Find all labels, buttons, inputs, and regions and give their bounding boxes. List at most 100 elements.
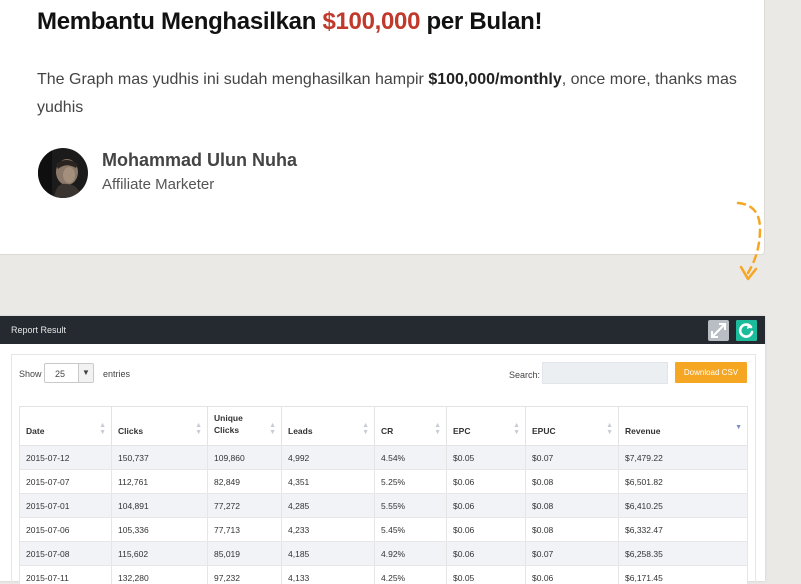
sort-icon: ▲▼	[269, 422, 276, 436]
testimonial-card: Membantu Menghasilkan $100,000 per Bulan…	[0, 0, 765, 255]
column-label: Leads	[288, 426, 313, 436]
chevron-down-icon: ▼	[78, 364, 93, 382]
cell-cr: 4.25%	[375, 566, 447, 584]
cell-leads: 4,133	[282, 566, 375, 584]
cell-revenue: $6,258.35	[619, 542, 748, 566]
download-csv-button[interactable]: Download CSV	[675, 362, 747, 383]
cell-revenue: $6,171.45	[619, 566, 748, 584]
refresh-button[interactable]	[736, 320, 757, 341]
dashed-arrow-icon	[730, 195, 770, 287]
column-header-leads[interactable]: Leads ▲▼	[282, 407, 375, 446]
search-label: Search:	[509, 370, 540, 380]
cell-date: 2015-07-01	[20, 494, 112, 518]
table-header-row: Date▲▼ Clicks▲▼ Unique Clicks▲▼ Leads▲▼ …	[20, 407, 748, 446]
cell-epuc: $0.06	[526, 566, 619, 584]
cell-unique-clicks: 82,849	[208, 470, 282, 494]
table-row: 2015-07-06 105,336 77,713 4,233 5.45% $0…	[20, 518, 748, 542]
cell-clicks: 104,891	[112, 494, 208, 518]
cell-leads: 4,285	[282, 494, 375, 518]
testimonial-headline: Membantu Menghasilkan $100,000 per Bulan…	[37, 8, 542, 36]
table-controls: Show 25 ▼ entries Search: Download CSV	[12, 355, 755, 401]
cell-epc: $0.05	[447, 566, 526, 584]
sort-desc-icon: ▼	[735, 424, 742, 431]
report-body: Show 25 ▼ entries Search: Download CSV D…	[11, 354, 756, 584]
cell-date: 2015-07-08	[20, 542, 112, 566]
cell-epc: $0.06	[447, 518, 526, 542]
sort-icon: ▲▼	[362, 422, 369, 436]
table-row: 2015-07-08 115,602 85,019 4,185 4.92% $0…	[20, 542, 748, 566]
cell-epuc: $0.08	[526, 470, 619, 494]
testimonial-quote: The Graph mas yudhis ini sudah menghasil…	[37, 66, 737, 122]
cell-unique-clicks: 77,713	[208, 518, 282, 542]
cell-clicks: 150,737	[112, 446, 208, 470]
entries-select[interactable]: 25 ▼	[44, 363, 94, 383]
cell-revenue: $6,332.47	[619, 518, 748, 542]
column-header-epc[interactable]: EPC ▲▼	[447, 407, 526, 446]
column-label: EPC	[453, 426, 470, 436]
cell-epc: $0.06	[447, 542, 526, 566]
cell-date: 2015-07-06	[20, 518, 112, 542]
column-header-revenue[interactable]: Revenue▼	[619, 407, 748, 446]
cell-revenue: $6,501.82	[619, 470, 748, 494]
column-header-clicks[interactable]: Clicks ▲▼	[112, 407, 208, 446]
report-title: Report Result	[11, 325, 66, 335]
entries-label: entries	[103, 369, 130, 379]
sort-icon: ▲▼	[195, 422, 202, 436]
sort-icon: ▲▼	[434, 422, 441, 436]
table-row: 2015-07-12 150,737 109,860 4,992 4.54% $…	[20, 446, 748, 470]
cell-unique-clicks: 109,860	[208, 446, 282, 470]
search-input[interactable]	[542, 362, 668, 384]
quote-text-start: The Graph mas yudhis ini sudah menghasil…	[37, 71, 428, 88]
cell-unique-clicks: 97,232	[208, 566, 282, 584]
cell-cr: 5.45%	[375, 518, 447, 542]
cell-cr: 4.54%	[375, 446, 447, 470]
column-label: Date	[26, 426, 44, 436]
table-row: 2015-07-01 104,891 77,272 4,285 5.55% $0…	[20, 494, 748, 518]
cell-leads: 4,992	[282, 446, 375, 470]
cell-epc: $0.05	[447, 446, 526, 470]
column-header-date[interactable]: Date ▲▼	[20, 407, 112, 446]
cell-epc: $0.06	[447, 494, 526, 518]
cell-cr: 5.55%	[375, 494, 447, 518]
cell-revenue: $7,479.22	[619, 446, 748, 470]
headline-text-end: per Bulan!	[420, 8, 542, 35]
column-header-cr[interactable]: CR ▲▼	[375, 407, 447, 446]
avatar-photo	[38, 148, 88, 198]
column-header-unique-clicks[interactable]: Unique Clicks ▲▼	[208, 407, 282, 446]
sort-icon: ▲▼	[99, 422, 106, 436]
sort-icon: ▲▼	[513, 422, 520, 436]
cell-cr: 5.25%	[375, 470, 447, 494]
column-header-epuc[interactable]: EPUC▲▼	[526, 407, 619, 446]
cell-clicks: 105,336	[112, 518, 208, 542]
cell-date: 2015-07-07	[20, 470, 112, 494]
headline-amount: $100,000	[322, 8, 420, 35]
cell-cr: 4.92%	[375, 542, 447, 566]
entries-select-value: 25	[55, 369, 65, 379]
cell-revenue: $6,410.25	[619, 494, 748, 518]
cell-leads: 4,351	[282, 470, 375, 494]
table-row: 2015-07-11 132,280 97,232 4,133 4.25% $0…	[20, 566, 748, 584]
table-row: 2015-07-07 112,761 82,849 4,351 5.25% $0…	[20, 470, 748, 494]
expand-button[interactable]	[708, 320, 729, 341]
report-panel: Report Result Show 25 ▼ entries Search	[0, 316, 765, 581]
column-label: Unique Clicks	[214, 412, 250, 436]
column-label: Clicks	[118, 426, 143, 436]
report-header: Report Result	[0, 316, 765, 344]
quote-highlight: $100,000/monthly	[428, 71, 561, 88]
cell-clicks: 115,602	[112, 542, 208, 566]
cell-unique-clicks: 85,019	[208, 542, 282, 566]
column-label: CR	[381, 426, 393, 436]
cell-epuc: $0.07	[526, 446, 619, 470]
expand-icon	[708, 320, 729, 341]
column-label: EPUC	[532, 426, 556, 436]
cell-leads: 4,233	[282, 518, 375, 542]
author-role: Affiliate Marketer	[102, 176, 214, 193]
cell-epuc: $0.08	[526, 518, 619, 542]
avatar	[38, 148, 88, 198]
report-table: Date▲▼ Clicks▲▼ Unique Clicks▲▼ Leads▲▼ …	[19, 406, 748, 584]
show-label: Show	[19, 369, 42, 379]
refresh-icon	[736, 320, 757, 341]
author-name: Mohammad Ulun Nuha	[102, 150, 297, 171]
cell-date: 2015-07-11	[20, 566, 112, 584]
cell-epuc: $0.07	[526, 542, 619, 566]
